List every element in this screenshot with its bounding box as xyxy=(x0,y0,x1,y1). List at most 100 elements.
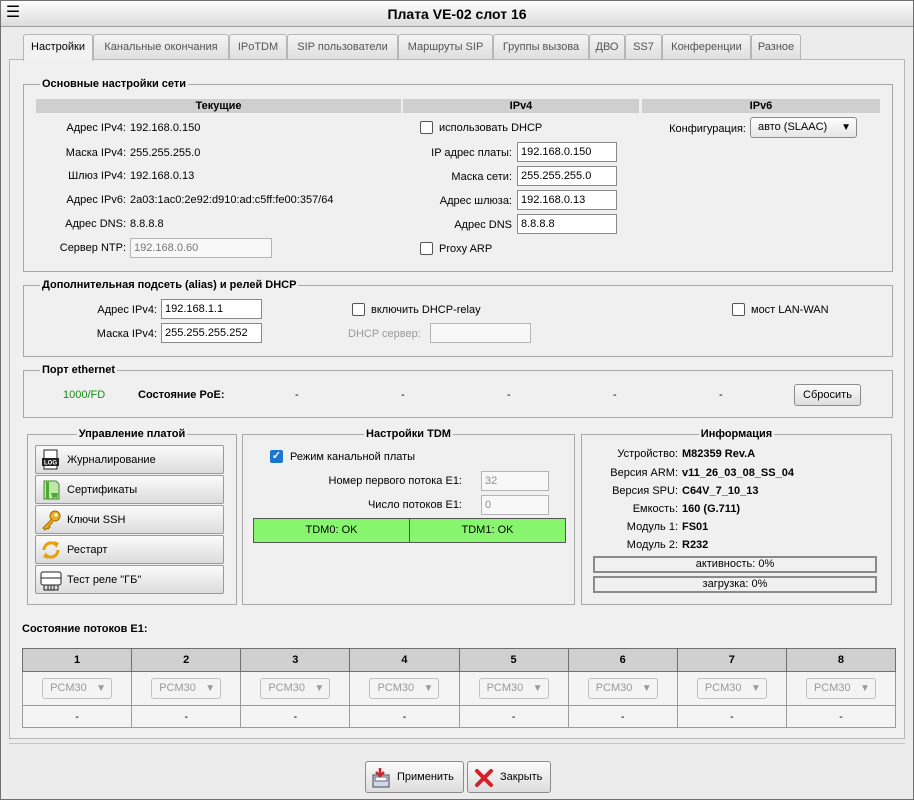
gateway-input[interactable] xyxy=(517,190,617,210)
reset-poe-button[interactable]: Сбросить xyxy=(794,384,861,406)
current-mask-label: Маска IPv4: xyxy=(65,147,126,159)
current-dns-value: 8.8.8.8 xyxy=(130,218,164,230)
proxy-arp-checkbox[interactable] xyxy=(420,242,433,255)
certificates-button[interactable]: Сертификаты xyxy=(35,475,224,504)
current-ipv6-label: Адрес IPv6: xyxy=(66,194,126,206)
ssh-keys-button[interactable]: Ключи SSH xyxy=(35,505,224,534)
arm-version-label: Версия ARM: xyxy=(610,467,678,479)
e1-mode-select[interactable]: PCM30 ▼ xyxy=(42,678,113,699)
dhcp-relay-label: включить DHCP-relay xyxy=(371,304,481,316)
netmask-label: Маска сети: xyxy=(451,171,512,183)
apply-button-label: Применить xyxy=(397,771,454,783)
alias-mask-input[interactable] xyxy=(161,323,262,343)
tab-sip-routes[interactable]: Маршруты SIP xyxy=(398,34,493,60)
ssh-keys-button-label: Ключи SSH xyxy=(67,514,126,526)
e1-mode-value: PCM30 xyxy=(50,682,87,694)
poe-status-1: - xyxy=(295,389,299,401)
e1-column-header: 2 xyxy=(131,648,242,672)
e1-status-cell: - xyxy=(240,705,351,728)
dns-input[interactable] xyxy=(517,214,617,234)
dhcp-server-input[interactable] xyxy=(430,323,531,343)
tab-sip-users[interactable]: SIP пользователи xyxy=(287,34,398,60)
e1-mode-select[interactable]: PCM30 ▼ xyxy=(696,678,767,699)
apply-button[interactable]: Применить xyxy=(365,761,464,793)
close-button[interactable]: Закрыть xyxy=(467,761,551,793)
e1-mode-cell: PCM30 ▼ xyxy=(458,671,569,706)
e1-mode-value: PCM30 xyxy=(377,682,415,694)
load-bar: загрузка: 0% xyxy=(593,576,877,593)
restart-icon xyxy=(42,541,60,559)
tdm1-status: TDM1: OK xyxy=(409,518,566,543)
e1-mode-value: PCM30 xyxy=(704,682,742,694)
first-stream-input[interactable] xyxy=(481,471,549,491)
gateway-label: Адрес шлюза: xyxy=(439,195,512,207)
tab-dvo[interactable]: ДВО xyxy=(589,34,625,60)
current-header: Текущие xyxy=(36,99,401,113)
e1-mode-cell: PCM30 ▼ xyxy=(240,671,351,706)
logging-button-label: Журналирование xyxy=(67,454,156,466)
module2-label: Модуль 2: xyxy=(626,539,678,551)
lan-wan-bridge-checkbox[interactable] xyxy=(732,303,745,316)
e1-mode-select[interactable]: PCM30 ▼ xyxy=(587,678,658,699)
board-ip-label: IP адрес платы: xyxy=(431,147,512,159)
board-ip-input[interactable] xyxy=(517,142,617,162)
close-icon xyxy=(475,769,493,787)
tab-settings[interactable]: Настройки xyxy=(23,34,93,61)
use-dhcp-checkbox[interactable] xyxy=(420,121,433,134)
e1-mode-select[interactable]: PCM30 ▼ xyxy=(369,678,440,699)
e1-mode-select[interactable]: PCM30 ▼ xyxy=(260,678,331,699)
e1-status-cell: - xyxy=(785,705,897,728)
lan-wan-bridge-label: мост LAN-WAN xyxy=(751,304,829,316)
relay-test-button[interactable]: Тест реле "ГБ" xyxy=(35,565,224,594)
tab-ss7[interactable]: SS7 xyxy=(625,34,662,60)
e1-status-cell: - xyxy=(349,705,460,728)
logging-button[interactable]: LOG Журналирование xyxy=(35,445,224,474)
e1-mode-cell: PCM30 ▼ xyxy=(567,671,678,706)
board-management-buttons: LOG Журналирование Сертификаты Ключи SSH… xyxy=(27,428,237,605)
e1-mode-select[interactable]: PCM30 ▼ xyxy=(151,678,222,699)
e1-mode-cell: PCM30 ▼ xyxy=(131,671,242,706)
tab-call-groups[interactable]: Группы вызова xyxy=(493,34,589,60)
streams-count-input[interactable] xyxy=(481,495,549,515)
ipv4-header: IPv4 xyxy=(403,99,639,113)
e1-status-cell: - xyxy=(567,705,678,728)
chevron-down-icon: ▼ xyxy=(641,683,652,694)
e1-mode-cell: PCM30 ▼ xyxy=(349,671,460,706)
tab-channel-endpoints[interactable]: Канальные окончания xyxy=(93,34,229,60)
poe-status-3: - xyxy=(507,389,511,401)
chevron-down-icon: ▼ xyxy=(841,122,851,133)
proxy-arp-label: Proxy ARP xyxy=(439,243,493,255)
device-value: M82359 Rev.A xyxy=(682,448,756,460)
e1-column-header: 8 xyxy=(785,648,897,672)
channel-mode-checkbox[interactable]: ✓ xyxy=(270,450,283,463)
e1-mode-cell: PCM30 ▼ xyxy=(785,671,897,706)
tab-conferences[interactable]: Конференции xyxy=(662,34,751,60)
e1-column-header: 6 xyxy=(567,648,678,672)
e1-mode-value: PCM30 xyxy=(268,682,305,694)
tab-ipotdm[interactable]: IPoTDM xyxy=(229,34,287,60)
ntp-server-input[interactable] xyxy=(130,238,272,258)
e1-column-header: 7 xyxy=(676,648,787,672)
e1-column-header: 4 xyxy=(349,648,460,672)
use-dhcp-label: использовать DHCP xyxy=(439,122,543,134)
e1-mode-row: PCM30 ▼ PCM30 ▼ PCM30 ▼ PCM30 ▼ PCM30 ▼ PCM30… xyxy=(21,671,897,706)
e1-status-row: - - - - - - - - xyxy=(21,705,897,728)
e1-status-cell: - xyxy=(676,705,787,728)
chevron-down-icon: ▼ xyxy=(205,683,216,694)
chevron-down-icon: ▼ xyxy=(314,683,325,694)
alias-subnet-legend: Дополнительная подсеть (alias) и релей D… xyxy=(42,279,297,291)
capacity-label: Емкость: xyxy=(632,503,678,515)
e1-mode-select[interactable]: PCM30 ▼ xyxy=(805,678,876,699)
tdm-settings-legend: Настройки TDM xyxy=(366,428,451,440)
key-icon xyxy=(42,510,61,531)
restart-button[interactable]: Рестарт xyxy=(35,535,224,564)
e1-mode-select[interactable]: PCM30 ▼ xyxy=(478,678,549,699)
e1-column-header: 3 xyxy=(240,648,351,672)
tab-misc[interactable]: Разное xyxy=(751,34,801,60)
ipv6-config-select[interactable]: авто (SLAAC) ▼ xyxy=(750,117,857,138)
netmask-input[interactable] xyxy=(517,166,617,186)
dhcp-relay-checkbox[interactable] xyxy=(352,303,365,316)
alias-ipv4-input[interactable] xyxy=(161,299,262,319)
close-button-label: Закрыть xyxy=(500,771,543,783)
poe-status-2: - xyxy=(401,389,405,401)
